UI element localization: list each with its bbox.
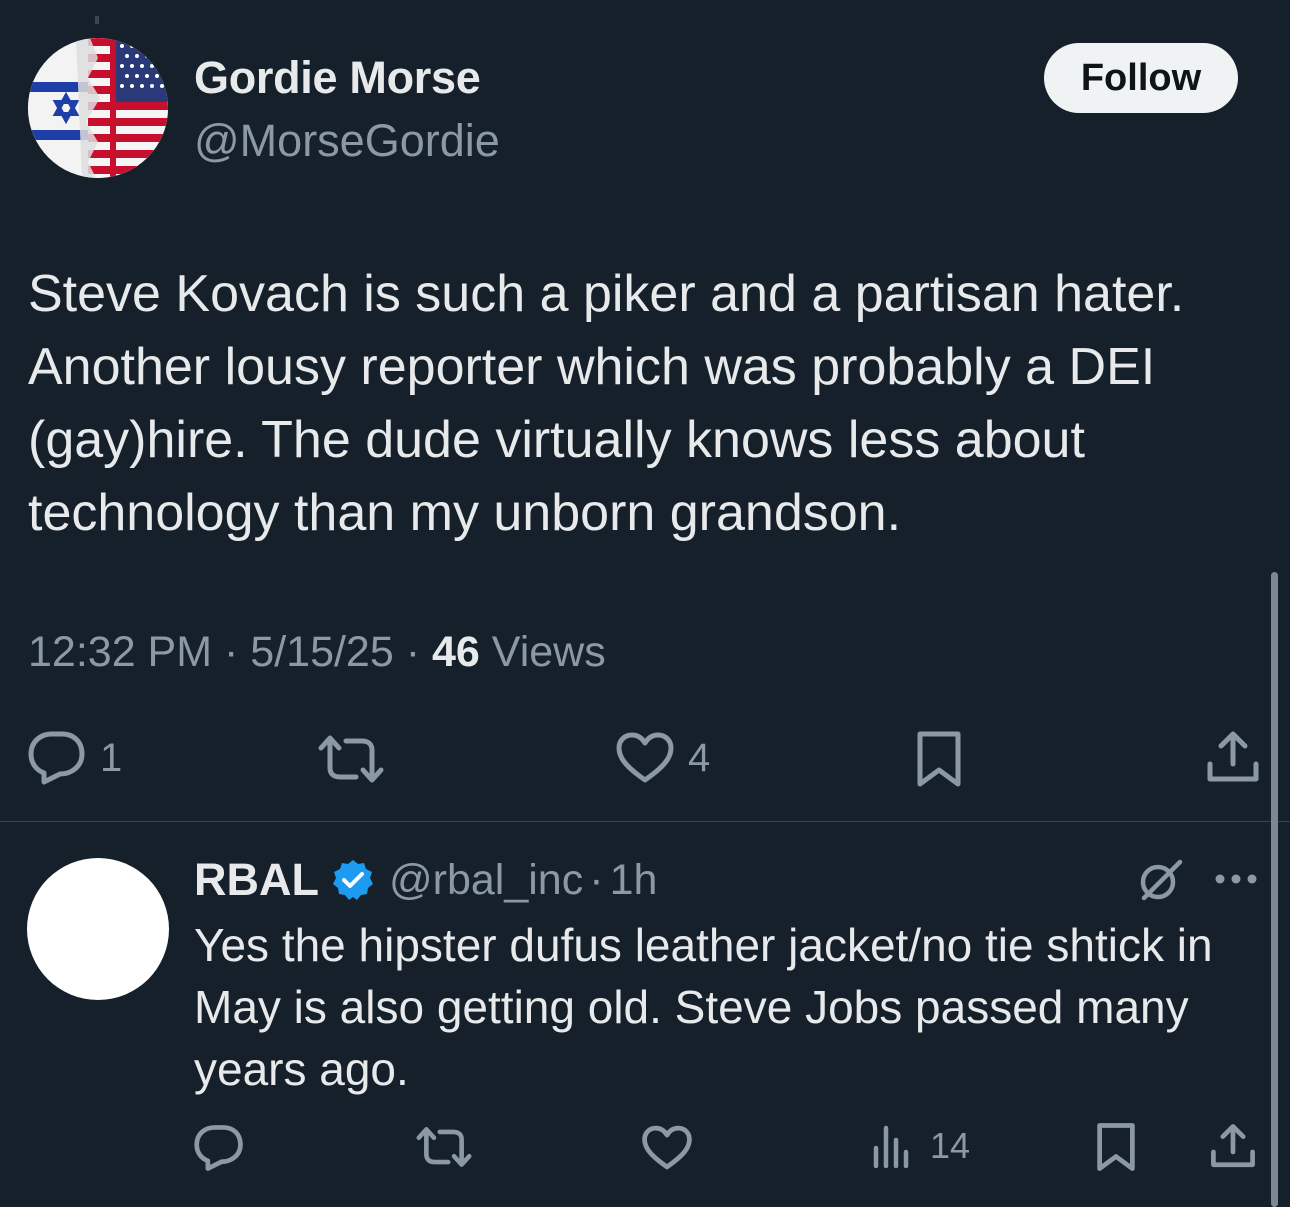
share-button[interactable] — [1206, 730, 1260, 784]
follow-button[interactable]: Follow — [1044, 43, 1238, 113]
bookmark-button[interactable] — [916, 730, 962, 788]
more-options-button[interactable] — [1214, 872, 1258, 886]
tweet-time[interactable]: 12:32 PM — [28, 628, 212, 676]
reply-icon — [194, 1125, 243, 1171]
thread-divider — [0, 821, 1290, 822]
tweet-detail-page: Gordie Morse @MorseGordie Follow Steve K… — [0, 0, 1290, 1207]
retweet-icon — [318, 735, 384, 783]
reply-author-avatar[interactable] — [27, 858, 169, 1000]
views-icon — [873, 1125, 909, 1168]
tweet-text: Steve Kovach is such a piker and a parti… — [28, 265, 1185, 542]
reply-views-button[interactable]: 14 — [872, 1124, 970, 1168]
reply-reply-button[interactable] — [194, 1124, 244, 1172]
author-avatar[interactable] — [28, 38, 168, 178]
top-divider-tick — [95, 16, 99, 24]
retweet-icon — [416, 1127, 472, 1167]
like-icon — [616, 732, 674, 783]
reply-retweet-button[interactable] — [416, 1126, 472, 1168]
reply-header: RBAL @rbal_inc · 1h — [194, 852, 657, 908]
scrollbar[interactable] — [1271, 572, 1278, 1207]
verified-badge-icon[interactable] — [331, 858, 375, 902]
reply-text: Yes the hipster dufus leather jacket/no … — [194, 919, 1213, 1095]
views-label: Views — [491, 628, 606, 676]
like-count: 4 — [688, 735, 711, 780]
reply-author-name[interactable]: RBAL — [194, 854, 319, 906]
tweet-date[interactable]: 5/15/25 — [250, 628, 393, 676]
meta-separator: · — [405, 628, 421, 676]
reply-like-button[interactable] — [642, 1125, 692, 1171]
author-handle[interactable]: @MorseGordie — [194, 115, 500, 167]
bookmark-icon — [917, 731, 961, 787]
author-name[interactable]: Gordie Morse — [194, 52, 481, 104]
reply-share-button[interactable] — [1210, 1122, 1256, 1170]
retweet-button[interactable] — [318, 734, 384, 784]
share-icon — [1207, 731, 1259, 782]
flag-avatar-image — [28, 38, 168, 178]
share-icon — [1211, 1124, 1255, 1168]
meta-separator: · — [224, 628, 239, 676]
reply-icon — [28, 731, 85, 785]
grok-icon — [1140, 859, 1183, 901]
reply-views-count: 14 — [930, 1125, 971, 1166]
reply-button[interactable]: 1 — [28, 730, 122, 786]
reply-time[interactable]: 1h — [610, 856, 658, 905]
reply-bookmark-button[interactable] — [1096, 1122, 1136, 1172]
grok-button[interactable] — [1136, 858, 1184, 902]
reply-count: 1 — [100, 735, 123, 780]
reply-author-handle[interactable]: @rbal_inc — [389, 856, 583, 905]
reply-separator: · — [589, 855, 604, 904]
bookmark-icon — [1097, 1123, 1135, 1171]
tweet-metadata: 12:32 PM · 5/15/25 · 46 Views — [28, 628, 606, 677]
like-button[interactable]: 4 — [616, 732, 710, 784]
views-count: 46 — [432, 628, 480, 676]
more-icon — [1215, 874, 1257, 884]
like-icon — [642, 1125, 692, 1170]
